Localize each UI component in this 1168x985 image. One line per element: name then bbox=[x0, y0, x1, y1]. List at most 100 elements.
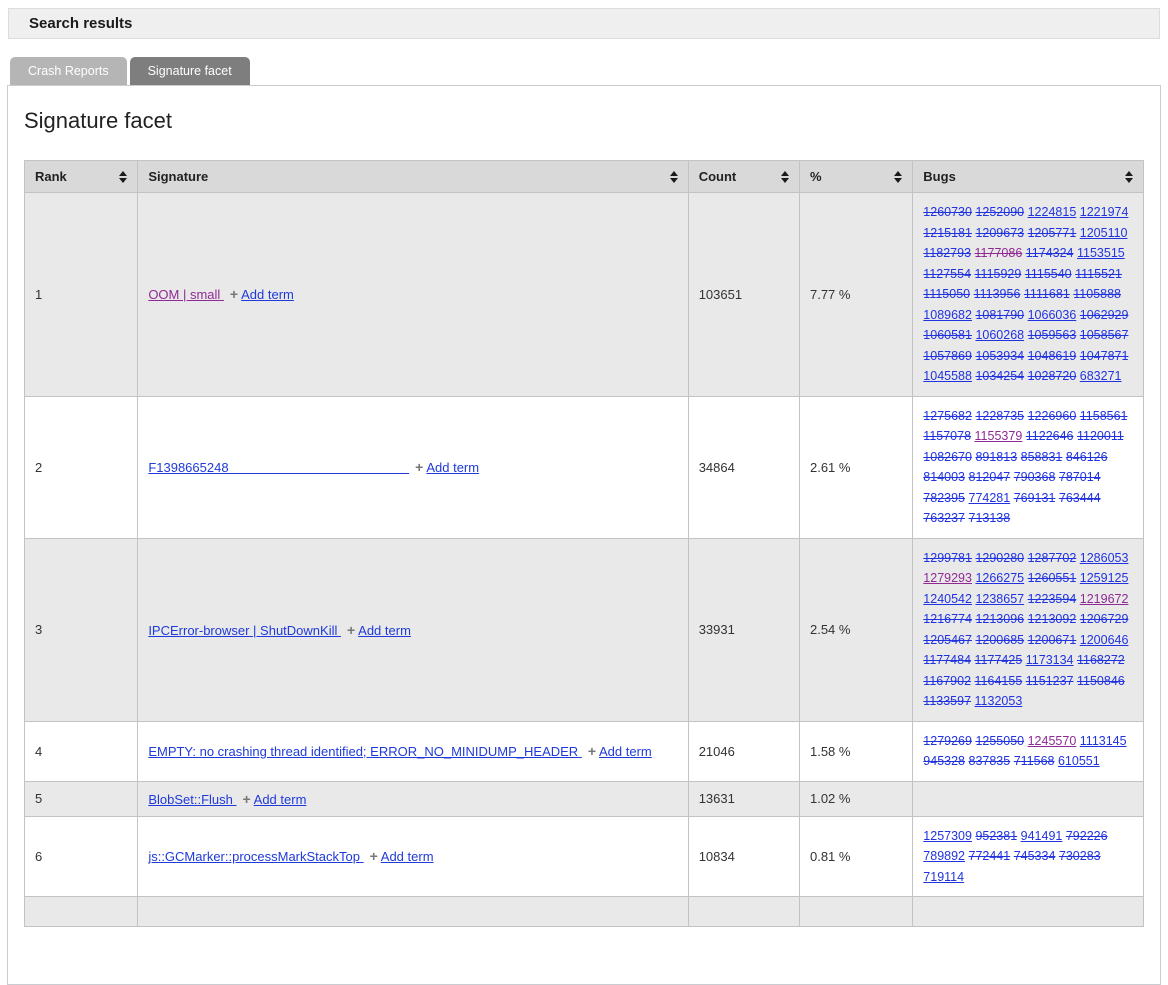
bug-link[interactable]: 1115050 bbox=[923, 287, 970, 301]
tab-crash-reports[interactable]: Crash Reports bbox=[10, 57, 127, 85]
bug-link[interactable]: 1060268 bbox=[975, 328, 1024, 342]
bug-link[interactable]: 1290280 bbox=[975, 551, 1024, 565]
column-header-rank[interactable]: Rank bbox=[25, 161, 138, 193]
bug-link[interactable]: 1257309 bbox=[923, 829, 972, 843]
bug-link[interactable]: 1200685 bbox=[975, 633, 1024, 647]
bug-link[interactable]: 772441 bbox=[969, 849, 1011, 863]
bug-link[interactable]: 1266275 bbox=[975, 571, 1024, 585]
bug-link[interactable]: 713138 bbox=[969, 511, 1011, 525]
bug-link[interactable]: 858831 bbox=[1021, 450, 1063, 464]
bug-link[interactable]: 891813 bbox=[975, 450, 1017, 464]
bug-link[interactable]: 1286053 bbox=[1080, 551, 1129, 565]
bug-link[interactable]: 1224815 bbox=[1028, 205, 1077, 219]
bug-link[interactable]: 1252090 bbox=[975, 205, 1024, 219]
bug-link[interactable]: 774281 bbox=[969, 491, 1011, 505]
bug-link[interactable]: 745334 bbox=[1014, 849, 1056, 863]
bug-link[interactable]: 1057869 bbox=[923, 349, 972, 363]
bug-link[interactable]: 1173134 bbox=[1026, 653, 1074, 667]
signature-link[interactable]: OOM | small bbox=[148, 287, 224, 302]
bug-link[interactable]: 1105888 bbox=[1073, 287, 1121, 301]
bug-link[interactable]: 812047 bbox=[969, 470, 1011, 484]
bug-link[interactable]: 1034254 bbox=[975, 369, 1024, 383]
bug-link[interactable]: 1259125 bbox=[1080, 571, 1129, 585]
bug-link[interactable]: 1048619 bbox=[1028, 349, 1077, 363]
bug-link[interactable]: 1059563 bbox=[1028, 328, 1077, 342]
bug-link[interactable]: 1205467 bbox=[923, 633, 972, 647]
bug-link[interactable]: 1260551 bbox=[1028, 571, 1077, 585]
bug-link[interactable]: 1279269 bbox=[923, 734, 972, 748]
signature-link[interactable]: F1398665248 bbox=[148, 460, 409, 475]
bug-link[interactable]: 1066036 bbox=[1028, 308, 1077, 322]
column-header-count[interactable]: Count bbox=[688, 161, 799, 193]
bug-link[interactable]: 789892 bbox=[923, 849, 965, 863]
bug-link[interactable]: 1062929 bbox=[1080, 308, 1129, 322]
signature-link[interactable]: IPCError-browser | ShutDownKill bbox=[148, 623, 341, 638]
column-header-signature[interactable]: Signature bbox=[138, 161, 688, 193]
bug-link[interactable]: 1200646 bbox=[1080, 633, 1129, 647]
bug-link[interactable]: 1153515 bbox=[1077, 246, 1125, 260]
bug-link[interactable]: 763237 bbox=[923, 511, 965, 525]
bug-link[interactable]: 1115540 bbox=[1025, 267, 1072, 281]
bug-link[interactable]: 1209673 bbox=[975, 226, 1024, 240]
bug-link[interactable]: 814003 bbox=[923, 470, 965, 484]
bug-link[interactable]: 1167902 bbox=[923, 674, 971, 688]
bug-link[interactable]: 1045588 bbox=[923, 369, 972, 383]
bug-link[interactable]: 1255050 bbox=[975, 734, 1024, 748]
bug-link[interactable]: 1115929 bbox=[975, 267, 1022, 281]
add-term-link[interactable]: Add term bbox=[426, 460, 479, 475]
bug-link[interactable]: 1177484 bbox=[923, 653, 971, 667]
bug-link[interactable]: 1047871 bbox=[1080, 349, 1129, 363]
bug-link[interactable]: 1082670 bbox=[923, 450, 972, 464]
bug-link[interactable]: 1177425 bbox=[975, 653, 1023, 667]
bug-link[interactable]: 730283 bbox=[1059, 849, 1101, 863]
add-term-link[interactable]: Add term bbox=[358, 623, 411, 638]
bug-link[interactable]: 1168272 bbox=[1077, 653, 1125, 667]
bug-link[interactable]: 945328 bbox=[923, 754, 965, 768]
bug-link[interactable]: 1157078 bbox=[923, 429, 971, 443]
bug-link[interactable]: 837835 bbox=[969, 754, 1011, 768]
bug-link[interactable]: 719114 bbox=[923, 870, 964, 884]
bug-link[interactable]: 1150846 bbox=[1077, 674, 1125, 688]
bug-link[interactable]: 1133597 bbox=[923, 694, 971, 708]
tab-signature-facet[interactable]: Signature facet bbox=[130, 57, 250, 85]
bug-link[interactable]: 610551 bbox=[1058, 754, 1100, 768]
signature-link[interactable]: EMPTY: no crashing thread identified; ER… bbox=[148, 744, 582, 759]
bug-link[interactable]: 1113956 bbox=[974, 287, 1021, 301]
bug-link[interactable]: 1279293 bbox=[923, 571, 972, 585]
bug-link[interactable]: 1299781 bbox=[923, 551, 972, 565]
bug-link[interactable]: 1164155 bbox=[975, 674, 1023, 688]
bug-link[interactable]: 683271 bbox=[1080, 369, 1122, 383]
add-term-link[interactable]: Add term bbox=[599, 744, 652, 759]
bug-link[interactable]: 1053934 bbox=[975, 349, 1024, 363]
bug-link[interactable]: 763444 bbox=[1059, 491, 1101, 505]
bug-link[interactable]: 1182793 bbox=[923, 246, 971, 260]
bug-link[interactable]: 1177086 bbox=[975, 246, 1023, 260]
bug-link[interactable]: 1028720 bbox=[1028, 369, 1077, 383]
bug-link[interactable]: 1060581 bbox=[923, 328, 972, 342]
bug-link[interactable]: 1151237 bbox=[1026, 674, 1074, 688]
bug-link[interactable]: 1122646 bbox=[1026, 429, 1074, 443]
bug-link[interactable]: 1089682 bbox=[923, 308, 972, 322]
column-header-pct[interactable]: % bbox=[799, 161, 912, 193]
bug-link[interactable]: 1287702 bbox=[1028, 551, 1077, 565]
bug-link[interactable]: 1216774 bbox=[923, 612, 972, 626]
bug-link[interactable]: 1115521 bbox=[1075, 267, 1122, 281]
bug-link[interactable]: 787014 bbox=[1059, 470, 1101, 484]
bug-link[interactable]: 1127554 bbox=[923, 267, 971, 281]
bug-link[interactable]: 1215181 bbox=[923, 226, 972, 240]
bug-link[interactable]: 1275682 bbox=[923, 409, 972, 423]
bug-link[interactable]: 1228735 bbox=[975, 409, 1024, 423]
bug-link[interactable]: 1245570 bbox=[1028, 734, 1077, 748]
bug-link[interactable]: 941491 bbox=[1021, 829, 1063, 843]
add-term-link[interactable]: Add term bbox=[381, 849, 434, 864]
bug-link[interactable]: 1200671 bbox=[1028, 633, 1077, 647]
bug-link[interactable]: 1155379 bbox=[975, 429, 1023, 443]
bug-link[interactable]: 1205771 bbox=[1028, 226, 1077, 240]
bug-link[interactable]: 1058567 bbox=[1080, 328, 1129, 342]
bug-link[interactable]: 790368 bbox=[1014, 470, 1056, 484]
column-header-bugs[interactable]: Bugs bbox=[913, 161, 1144, 193]
bug-link[interactable]: 1213096 bbox=[975, 612, 1024, 626]
bug-link[interactable]: 1205110 bbox=[1080, 226, 1128, 240]
bug-link[interactable]: 1113145 bbox=[1080, 734, 1127, 748]
bug-link[interactable]: 1111681 bbox=[1024, 287, 1070, 301]
